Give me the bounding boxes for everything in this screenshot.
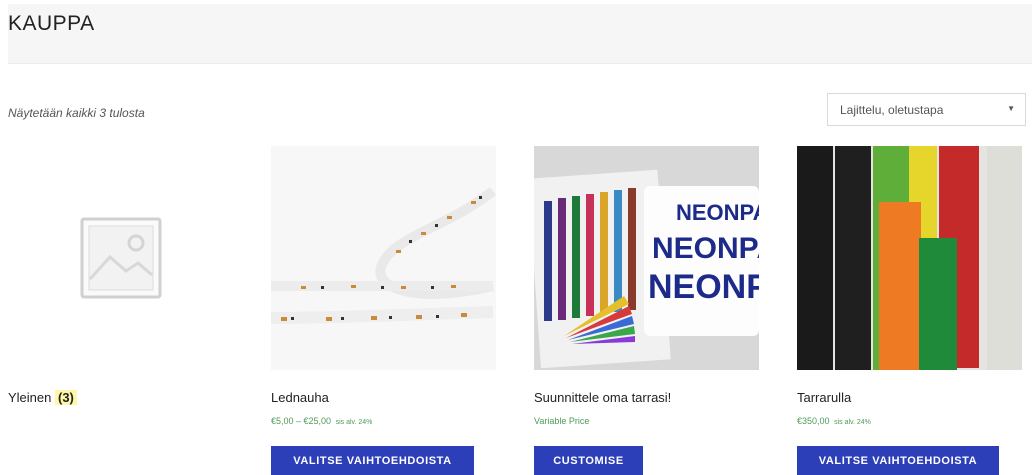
product-name[interactable]: Tarrarulla <box>797 390 851 405</box>
placeholder-image-icon <box>80 217 161 299</box>
neon-text-line-3: NEONPA <box>648 268 759 306</box>
sort-select[interactable]: Lajittelu, oletustapa ▼ <box>827 93 1026 126</box>
product-card: NEONPA NEONPA NEONPA Suunnittele oma tar… <box>534 146 759 475</box>
product-image[interactable] <box>797 146 1022 370</box>
customise-button[interactable]: CUSTOMISE <box>534 446 643 475</box>
neon-text-line-1: NEONPA <box>676 200 759 225</box>
led-strip-illustration <box>271 146 496 370</box>
select-options-button[interactable]: VALITSE VAIHTOEHDOISTA <box>271 446 474 475</box>
category-name-text: Yleinen <box>8 390 52 405</box>
chevron-down-icon: ▼ <box>1007 104 1015 113</box>
product-price: €5,00 – €25,00 sis alv. 24% <box>271 416 372 426</box>
category-thumbnail[interactable] <box>8 146 233 370</box>
product-tax-note: sis alv. 24% <box>834 419 871 426</box>
select-options-button[interactable]: VALITSE VAIHTOEHDOISTA <box>797 446 999 475</box>
product-card: Lednauha €5,00 – €25,00 sis alv. 24% VAL… <box>271 146 496 475</box>
product-image[interactable] <box>271 146 496 370</box>
page-header: KAUPPA <box>8 4 1032 64</box>
product-price-value: €350,00 <box>797 416 830 426</box>
product-price-value: €5,00 – €25,00 <box>271 416 332 426</box>
product-image[interactable]: NEONPA NEONPA NEONPA <box>534 146 759 370</box>
category-tile[interactable]: Yleinen (3) <box>8 146 233 405</box>
neon-swatch-illustration: NEONPA NEONPA NEONPA <box>534 146 759 370</box>
product-price: Variable Price <box>534 416 589 426</box>
product-name[interactable]: Suunnittele oma tarrasi! <box>534 390 671 405</box>
sort-selected-label: Lajittelu, oletustapa <box>840 102 944 117</box>
category-name[interactable]: Yleinen (3) <box>8 390 77 405</box>
product-price-value: Variable Price <box>534 416 590 426</box>
neon-text-line-2: NEONPA <box>652 232 759 265</box>
category-count-badge: (3) <box>55 390 77 405</box>
product-name[interactable]: Lednauha <box>271 390 329 405</box>
page-title: KAUPPA <box>8 12 95 35</box>
vinyl-rolls-illustration <box>797 146 1022 370</box>
product-card: Tarrarulla €350,00 sis alv. 24% VALITSE … <box>797 146 1022 475</box>
product-price: €350,00 sis alv. 24% <box>797 416 871 426</box>
result-count: Näytetään kaikki 3 tulosta <box>8 106 145 120</box>
product-tax-note: sis alv. 24% <box>335 419 373 426</box>
